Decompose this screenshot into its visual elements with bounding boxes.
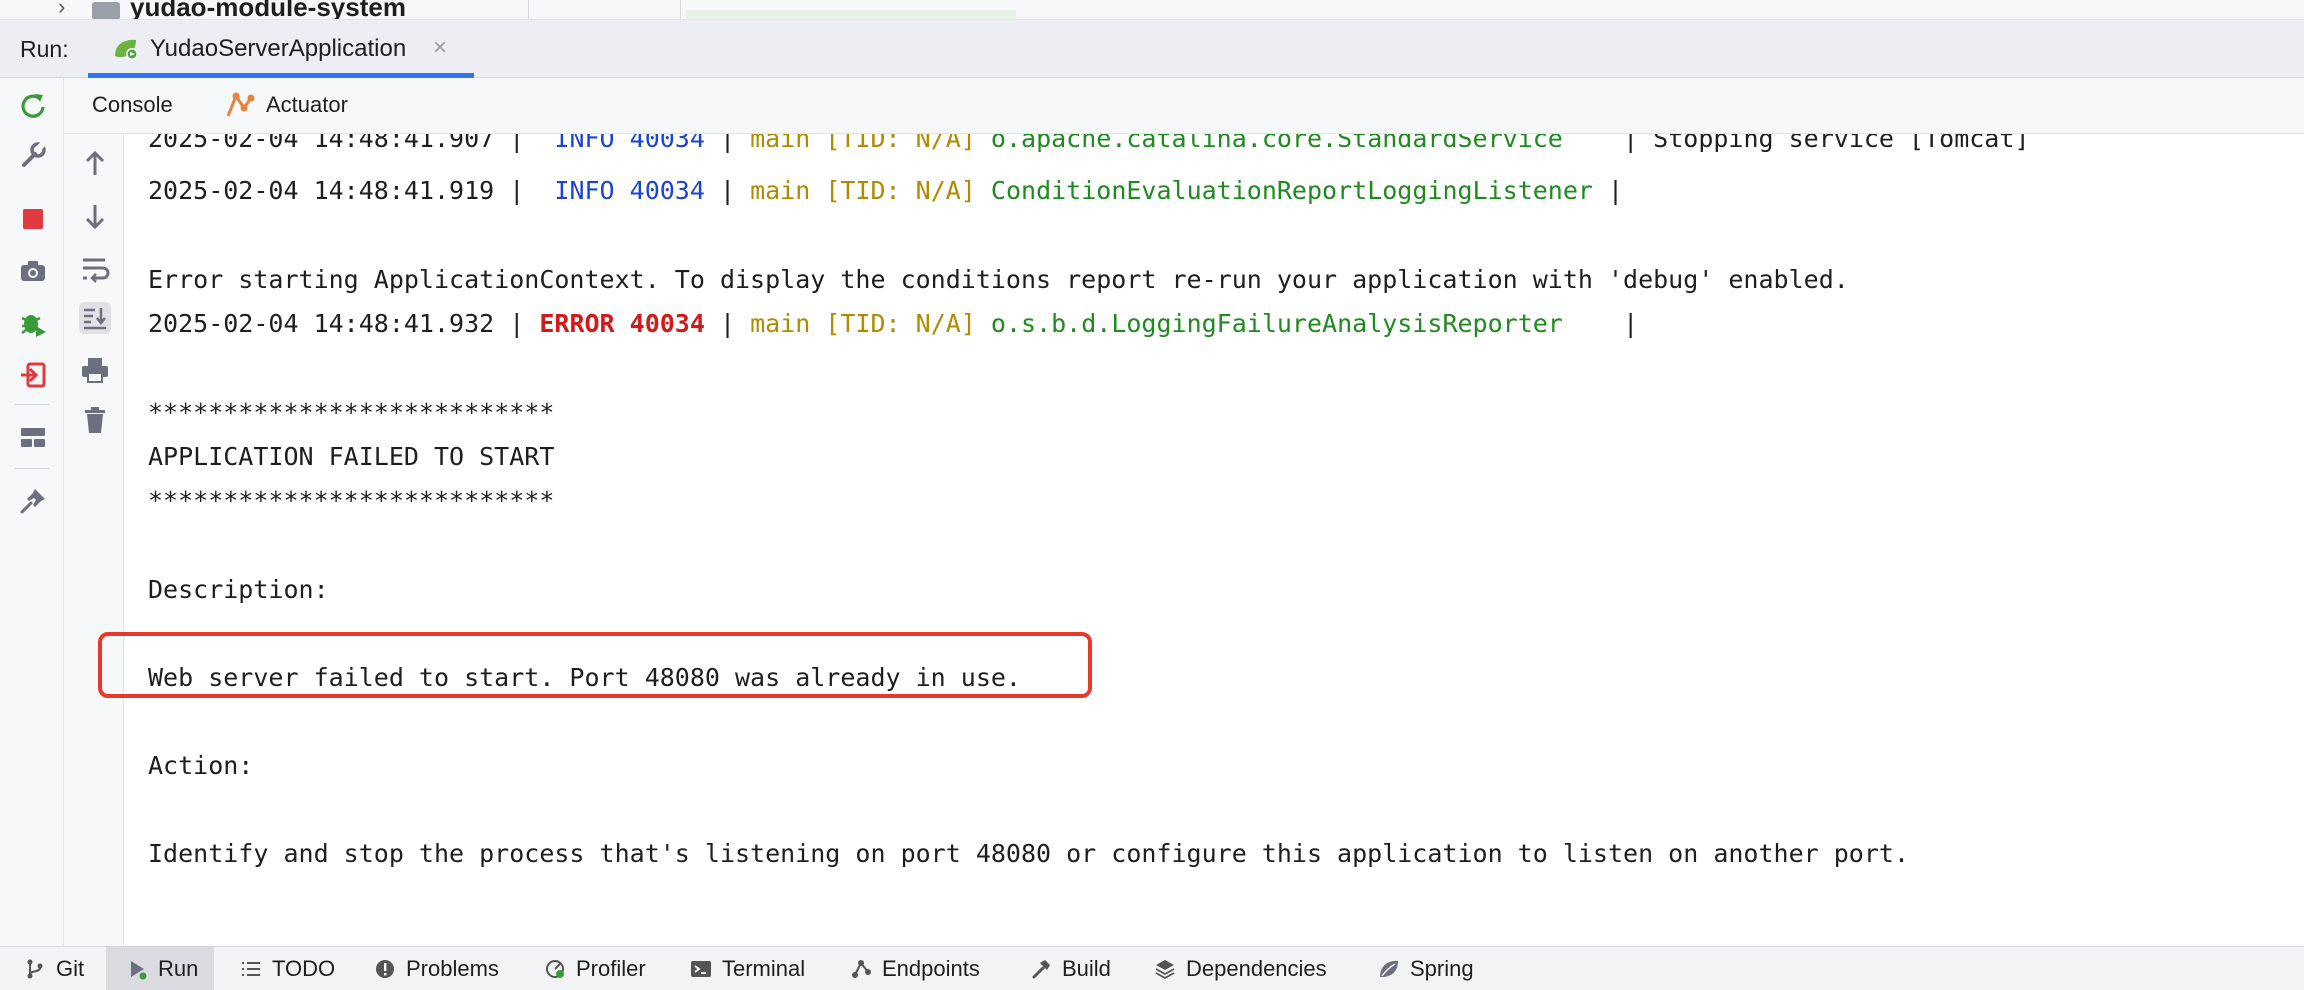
log-line: 2025-02-04 14:48:41.932 | ERROR 40034 | … [148,309,1638,339]
tool-dependencies-label: Dependencies [1186,956,1327,981]
divider [528,0,529,19]
log-level: INFO 40034 [539,134,705,153]
run-play-icon [131,961,147,980]
list-icon [242,962,260,976]
log-line: 2025-02-04 14:48:41.919 | INFO 40034 | m… [148,176,1623,206]
problems-icon [376,960,394,978]
action-text: Identify and stop the process that's lis… [148,839,1909,868]
git-branch-icon [27,959,43,979]
tab-actuator-label: Actuator [266,92,348,117]
log-thread: main [TID: N/A] [750,176,976,205]
tool-terminal-label: Terminal [722,956,806,981]
console-tabs-bar: Console Actuator [64,78,2304,134]
tool-problems-label: Problems [406,956,499,981]
camera-icon[interactable] [18,256,48,286]
rerun-icon[interactable] [18,90,48,120]
log-separator: | [704,176,751,205]
tool-build[interactable]: Build [1030,947,1111,990]
soft-wrap-icon[interactable] [79,252,111,284]
project-tree-item[interactable]: yudao-module-system [130,0,406,19]
arrow-up-icon[interactable] [79,148,111,180]
hammer-icon [1032,960,1050,979]
log-separator: | [704,309,751,338]
run-tool-window-header: Run: YudaoServerApplication × [0,20,2304,78]
log-message: | Stopping service [Tomcat] [1562,134,2030,153]
endpoints-icon [852,960,871,978]
log-timestamp: 2025-02-04 14:48:41.907 | [148,134,540,153]
log-timestamp: 2025-02-04 14:48:41.919 | [148,176,540,205]
log-separator: | [704,134,751,153]
tool-terminal[interactable]: Terminal [690,947,805,990]
divider [680,0,681,19]
profiler-icon [546,960,564,978]
scroll-to-end-icon[interactable] [79,302,111,334]
chevron-right-icon[interactable]: › [58,0,65,19]
stop-icon[interactable] [18,204,48,234]
spring-boot-app-icon [115,39,138,60]
log-level-error: ERROR 40034 [539,309,705,338]
description-label: Description: [148,575,329,604]
layers-icon [1155,960,1175,980]
console-side-toolbar [64,134,124,946]
tool-run-label: Run [158,956,199,981]
tool-window-bar: Git Run TODO Problems Profiler Terminal … [0,946,2304,990]
run-label: Run: [20,36,69,62]
log-timestamp: 2025-02-04 14:48:41.932 | [148,309,540,338]
tool-todo[interactable]: TODO [240,947,335,990]
action-label: Action: [148,751,254,780]
tool-problems[interactable]: Problems [374,947,499,990]
editor-highlight [686,10,1016,19]
trash-icon[interactable] [79,404,111,436]
divider [14,468,50,469]
stars-line: *************************** [148,486,555,515]
stars-line: *************************** [148,398,555,427]
divider [14,404,50,405]
tool-profiler-label: Profiler [576,956,646,981]
layout-icon[interactable] [18,422,48,452]
tool-endpoints-label: Endpoints [882,956,980,981]
tool-dependencies[interactable]: Dependencies [1154,947,1327,990]
actuator-icon [226,92,255,117]
tool-spring-label: Spring [1410,956,1474,981]
tool-git-label: Git [56,956,85,981]
tool-run[interactable]: Run [106,947,215,990]
wrench-icon[interactable] [18,140,48,170]
run-tab-title: YudaoServerApplication [150,35,407,62]
folder-icon [92,2,120,19]
project-tree-strip: › yudao-module-system [0,0,2304,20]
tool-endpoints[interactable]: Endpoints [850,947,980,990]
failed-heading: APPLICATION FAILED TO START [148,442,555,471]
log-line-error-context: Error starting ApplicationContext. To di… [148,265,1849,294]
run-left-toolbar [0,78,64,946]
log-level: INFO 40034 [539,176,705,205]
tab-console[interactable]: Console [92,92,173,118]
debug-bug-icon[interactable] [18,308,48,338]
log-message: | [1592,176,1624,205]
spring-leaf-icon [1380,960,1398,977]
exit-icon[interactable] [18,360,48,390]
highlight-box [98,632,1092,698]
tool-todo-label: TODO [272,956,336,981]
console-output[interactable]: 2025-02-04 14:48:41.907 | INFO 40034 | m… [124,134,2304,946]
print-icon[interactable] [79,354,111,386]
tool-spring[interactable]: Spring [1378,947,1474,990]
log-thread: main [TID: N/A] [750,134,976,153]
log-logger: ConditionEvaluationReportLoggingListener [975,176,1593,205]
tool-profiler[interactable]: Profiler [544,947,646,990]
arrow-down-icon[interactable] [79,200,111,232]
run-config-tab[interactable]: YudaoServerApplication × [88,20,474,78]
log-logger: o.apache.catalina.core.StandardService [975,134,1563,153]
tool-build-label: Build [1062,956,1111,981]
tool-git[interactable]: Git [24,947,84,990]
pin-icon[interactable] [18,486,48,516]
log-logger: o.s.b.d.LoggingFailureAnalysisReporter [975,309,1563,338]
terminal-icon [691,961,711,977]
log-line: 2025-02-04 14:48:41.907 | INFO 40034 | m… [148,134,2029,154]
close-icon[interactable]: × [433,34,447,62]
log-message: | [1562,309,1639,338]
log-thread: main [TID: N/A] [750,309,976,338]
